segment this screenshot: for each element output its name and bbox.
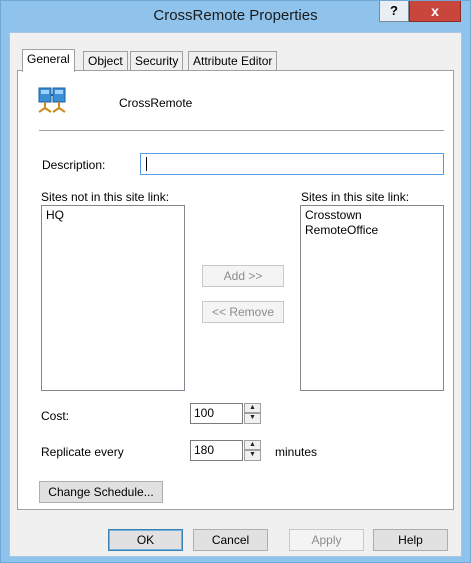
tab-general[interactable]: General — [22, 49, 75, 72]
spin-up-icon[interactable]: ▲ — [244, 403, 261, 413]
title-bar[interactable]: CrossRemote Properties ? x — [1, 1, 470, 31]
object-name: CrossRemote — [119, 96, 193, 110]
spin-up-icon[interactable]: ▲ — [244, 440, 261, 450]
list-item[interactable]: Crosstown — [305, 208, 439, 223]
text-caret — [146, 157, 147, 171]
sites-not-in-link-label: Sites not in this site link: — [41, 190, 170, 204]
ok-button[interactable]: OK — [108, 529, 183, 551]
cost-input[interactable]: 100 — [190, 403, 243, 424]
tab-security[interactable]: Security — [130, 51, 184, 71]
cost-label: Cost: — [41, 409, 70, 423]
help-button[interactable]: Help — [373, 529, 448, 551]
sites-in-link-label: Sites in this site link: — [301, 190, 410, 204]
apply-button[interactable]: Apply — [289, 529, 364, 551]
close-button[interactable]: x — [409, 1, 461, 22]
change-schedule-button[interactable]: Change Schedule... — [39, 481, 163, 503]
description-label: Description: — [42, 158, 106, 172]
replicate-spinner[interactable]: ▲ ▼ — [244, 440, 261, 461]
spin-down-icon[interactable]: ▼ — [244, 450, 261, 461]
cost-spinner[interactable]: ▲ ▼ — [244, 403, 261, 424]
replicate-unit: minutes — [275, 445, 318, 459]
description-input[interactable] — [140, 153, 444, 175]
cancel-button[interactable]: Cancel — [193, 529, 268, 551]
list-item[interactable]: RemoteOffice — [305, 223, 439, 238]
tab-attribute-editor[interactable]: Attribute Editor — [188, 51, 278, 71]
replicate-input[interactable]: 180 — [190, 440, 243, 461]
sites-not-in-link-list[interactable]: HQ — [41, 205, 185, 391]
remove-button[interactable]: << Remove — [202, 301, 284, 323]
help-title-button[interactable]: ? — [379, 1, 409, 22]
add-button[interactable]: Add >> — [202, 265, 284, 287]
list-item[interactable]: HQ — [46, 208, 180, 223]
spin-down-icon[interactable]: ▼ — [244, 413, 261, 424]
sites-in-link-list[interactable]: Crosstown RemoteOffice — [300, 205, 444, 391]
replicate-label: Replicate every — [41, 445, 124, 459]
tab-object[interactable]: Object — [83, 51, 128, 71]
site-link-icon — [38, 87, 66, 113]
header-separator — [39, 130, 444, 131]
